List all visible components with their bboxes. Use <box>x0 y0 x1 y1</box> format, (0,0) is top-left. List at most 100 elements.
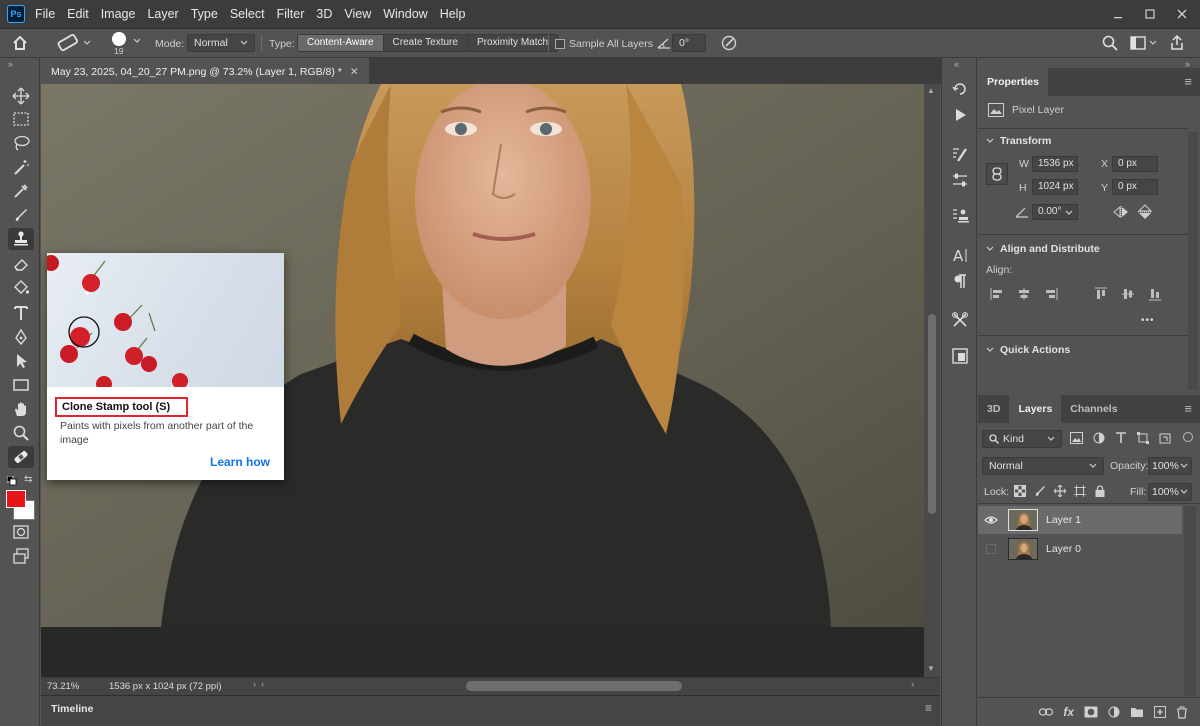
trash-icon[interactable] <box>1176 706 1188 719</box>
paragraph-panel-button[interactable] <box>948 270 972 292</box>
scroll-left-icon[interactable]: ‹ <box>261 679 264 690</box>
tab-channels[interactable]: Channels <box>1061 395 1126 423</box>
angle-field[interactable]: 0.00° <box>1032 204 1078 220</box>
filter-adjustment-icon[interactable] <box>1093 432 1105 444</box>
history-panel-button[interactable] <box>948 78 972 100</box>
screen-mode-button[interactable] <box>8 545 34 567</box>
learn-how-link[interactable]: Learn how <box>210 455 270 469</box>
sample-all-layers[interactable]: Sample All Layers <box>555 38 653 50</box>
type-create-texture[interactable]: Create Texture <box>384 35 468 51</box>
menu-file[interactable]: File <box>29 0 61 28</box>
close-tab-icon[interactable]: ✕ <box>350 66 359 78</box>
actions-panel-button[interactable] <box>948 104 972 126</box>
new-layer-icon[interactable] <box>1154 706 1166 718</box>
layers-scrollbar[interactable] <box>1184 506 1196 696</box>
scroll-down-icon[interactable]: ▼ <box>927 664 935 673</box>
vertical-scroll-thumb[interactable] <box>928 314 936 514</box>
visibility-toggle[interactable] <box>978 515 1004 525</box>
tool-preset-picker[interactable] <box>56 33 92 53</box>
tab-properties[interactable]: Properties <box>978 68 1048 96</box>
link-layers-icon[interactable] <box>1039 707 1054 717</box>
adjustments-button[interactable] <box>948 169 972 191</box>
brush-tool[interactable] <box>8 204 34 226</box>
home-button[interactable] <box>10 33 30 53</box>
layer-mask-icon[interactable] <box>1084 706 1098 718</box>
menu-filter[interactable]: Filter <box>271 0 311 28</box>
panel-menu-icon[interactable]: ≡ <box>1184 68 1192 96</box>
y-field[interactable]: 0 px <box>1112 179 1158 195</box>
zoom-tool[interactable] <box>8 422 34 444</box>
horizontal-scroll-thumb[interactable] <box>466 681 682 691</box>
swap-colors-icon[interactable]: ⇆ <box>24 474 32 485</box>
move-tool[interactable] <box>8 85 34 107</box>
align-center-icon[interactable] <box>1017 287 1031 301</box>
lock-artboard-icon[interactable] <box>1074 485 1086 497</box>
panel-menu-icon[interactable]: ≡ <box>1184 395 1192 423</box>
menu-3d[interactable]: 3D <box>310 0 338 28</box>
type-tool[interactable] <box>8 302 34 324</box>
filter-pixel-icon[interactable] <box>1070 432 1083 444</box>
clone-source-button[interactable] <box>948 205 972 227</box>
transform-section-header[interactable]: Transform <box>986 135 1051 147</box>
type-proximity-match[interactable]: Proximity Match <box>468 35 557 51</box>
scroll-up-icon[interactable]: ▲ <box>927 86 935 95</box>
menu-edit[interactable]: Edit <box>61 0 95 28</box>
close-button[interactable] <box>1170 4 1194 24</box>
blend-mode-dropdown[interactable]: Normal <box>982 457 1104 475</box>
marquee-tool[interactable] <box>8 108 34 130</box>
tool-presets-button[interactable] <box>948 309 972 331</box>
scroll-right-icon[interactable]: › <box>911 679 914 690</box>
mode-dropdown[interactable]: Normal <box>187 34 255 52</box>
lock-transparent-icon[interactable] <box>1014 485 1026 497</box>
type-content-aware[interactable]: Content-Aware <box>298 35 384 51</box>
lock-all-icon[interactable] <box>1094 485 1106 497</box>
character-panel-button[interactable]: A <box>948 244 972 266</box>
paint-bucket-tool[interactable] <box>8 277 34 299</box>
sample-all-layers-checkbox[interactable] <box>555 39 565 49</box>
flip-horizontal-button[interactable] <box>1113 206 1129 218</box>
zoom-level[interactable]: 73.21% <box>47 681 79 692</box>
menu-window[interactable]: Window <box>377 0 433 28</box>
align-bottom-icon[interactable] <box>1148 287 1162 301</box>
path-selection-tool[interactable] <box>8 350 34 372</box>
share-button[interactable] <box>1168 34 1186 52</box>
collapse-icon[interactable]: « <box>954 59 959 69</box>
flip-vertical-button[interactable] <box>1138 204 1152 220</box>
foreground-color-swatch[interactable] <box>6 490 26 508</box>
properties-scrollbar[interactable] <box>1188 132 1198 390</box>
more-options-button[interactable]: ••• <box>1141 315 1155 326</box>
align-right-icon[interactable] <box>1044 287 1058 301</box>
maximize-button[interactable] <box>1138 4 1162 24</box>
pen-tool[interactable] <box>8 326 34 348</box>
menu-view[interactable]: View <box>338 0 377 28</box>
hand-tool[interactable] <box>8 398 34 420</box>
menu-image[interactable]: Image <box>95 0 142 28</box>
status-arrow-icon[interactable]: › <box>253 679 256 690</box>
layer-row-layer-0[interactable]: Layer 0 <box>978 535 1182 563</box>
pressure-size-button[interactable] <box>720 34 738 52</box>
lock-pixels-icon[interactable] <box>1034 485 1046 497</box>
clone-stamp-tool[interactable] <box>8 228 34 250</box>
angle-input[interactable]: 0° <box>672 34 706 52</box>
tab-layers[interactable]: Layers <box>1009 395 1062 423</box>
align-section-header[interactable]: Align and Distribute <box>986 243 1100 255</box>
rectangle-tool[interactable] <box>8 374 34 396</box>
panel-menu-icon[interactable]: ≡ <box>925 701 932 715</box>
menu-help[interactable]: Help <box>434 0 472 28</box>
default-colors-icon[interactable] <box>7 476 17 486</box>
filter-shape-icon[interactable] <box>1137 432 1149 444</box>
search-button[interactable] <box>1102 35 1118 51</box>
document-tab[interactable]: May 23, 2025, 04_20_27 PM.png @ 73.2% (L… <box>41 58 369 84</box>
menu-select[interactable]: Select <box>224 0 271 28</box>
adjustment-layer-icon[interactable] <box>1108 706 1120 718</box>
lasso-tool[interactable] <box>8 132 34 154</box>
magic-wand-tool[interactable] <box>8 156 34 178</box>
fill-field[interactable]: 100% <box>1148 483 1192 501</box>
menu-type[interactable]: Type <box>185 0 224 28</box>
healing-brush-tool[interactable] <box>8 446 34 468</box>
tab-3d[interactable]: 3D <box>978 395 1009 423</box>
filter-toggle[interactable] <box>1183 432 1193 442</box>
quick-mask-button[interactable] <box>8 521 34 543</box>
minimize-button[interactable] <box>1106 4 1130 24</box>
height-field[interactable]: 1024 px <box>1032 179 1078 195</box>
